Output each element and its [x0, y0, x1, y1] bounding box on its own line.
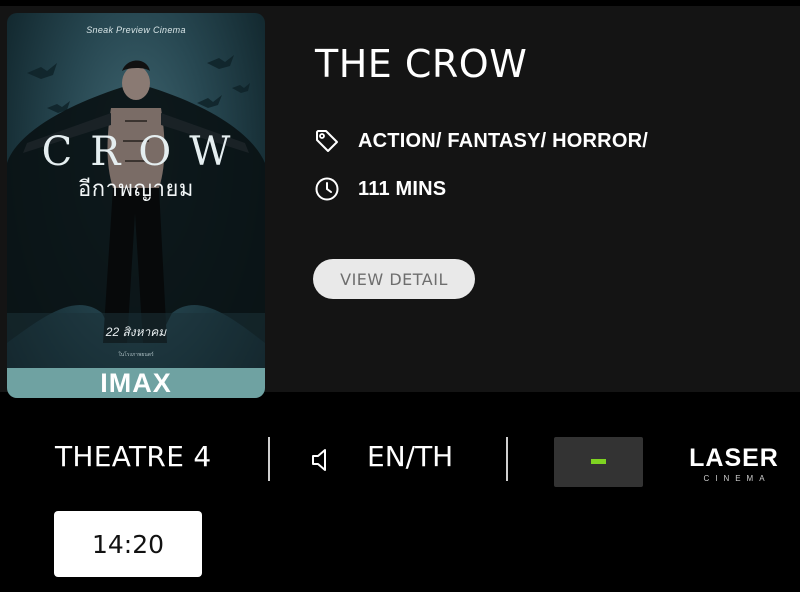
poster-release-date: 22 สิงหาคม	[105, 325, 167, 339]
laser-cinema-logo: LASER CINEMA	[682, 444, 786, 484]
movie-card: Sneak Preview Cinema CROW อีกาพญายม 22 ส…	[0, 6, 800, 398]
clock-icon	[314, 176, 340, 202]
imax-badge: IMAX	[7, 368, 265, 398]
laser-logo-word: LASER	[689, 444, 779, 472]
showtime-button[interactable]: 14:20	[54, 511, 202, 577]
poster-tagline: Sneak Preview Cinema	[86, 25, 186, 35]
format-badge	[554, 437, 643, 487]
movie-title: THE CROW	[315, 42, 528, 86]
duration-row: 111 MINS	[314, 176, 446, 202]
speaker-icon	[310, 447, 334, 478]
duration-text: 111 MINS	[358, 177, 447, 200]
laser-logo-sub: CINEMA	[703, 474, 771, 483]
poster-title: CROW	[41, 129, 249, 175]
tag-icon	[314, 128, 340, 154]
view-detail-button[interactable]: VIEW DETAIL	[313, 259, 475, 299]
theatre-label: THEATRE 4	[55, 440, 212, 473]
imax-label: IMAX	[100, 367, 172, 398]
language-label: EN/TH	[367, 440, 454, 473]
genre-row: ACTION/ FANTASY/ HORROR/	[314, 128, 648, 154]
divider	[268, 437, 270, 481]
divider	[506, 437, 508, 481]
poster-thai-title: อีกาพญายม	[78, 176, 194, 201]
genre-text: ACTION/ FANTASY/ HORROR/	[358, 129, 648, 152]
format-indicator	[591, 459, 606, 464]
movie-poster[interactable]: Sneak Preview Cinema CROW อีกาพญายม 22 ส…	[7, 13, 265, 398]
poster-credits: ในโรงภาพยนตร์	[118, 352, 154, 358]
